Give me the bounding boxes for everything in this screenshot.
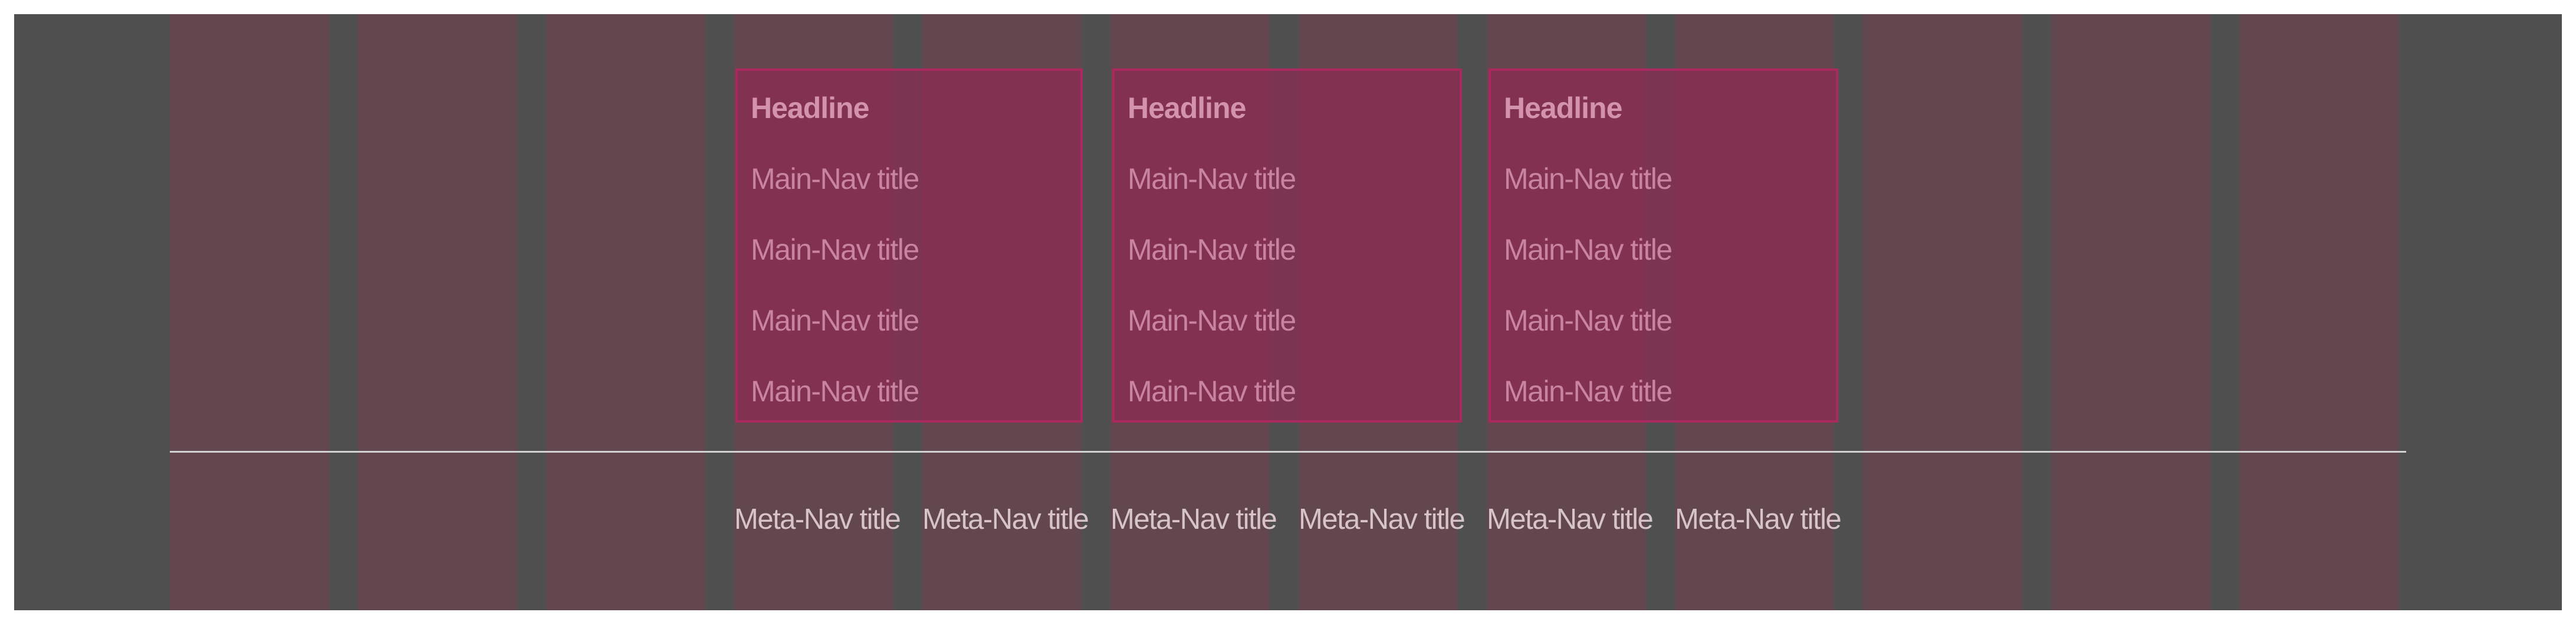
meta-nav-item[interactable]: Meta-Nav title [1675,505,1842,534]
grid-column [358,14,517,610]
main-nav-headline[interactable]: Headline [1128,93,1246,123]
navigation-frame: Headline Main-Nav title Main-Nav title M… [14,14,2562,610]
page-canvas: Headline Main-Nav title Main-Nav title M… [0,0,2576,625]
meta-nav-item[interactable]: Meta-Nav title [1110,505,1277,534]
meta-nav-item[interactable]: Meta-Nav title [1299,505,1466,534]
meta-nav-item[interactable]: Meta-Nav title [922,505,1089,534]
grid-column [2051,14,2210,610]
main-nav-headline[interactable]: Headline [751,93,869,123]
main-nav-item[interactable]: Main-Nav title [1504,306,1673,335]
main-nav-headline[interactable]: Headline [1504,93,1622,123]
grid-column [1863,14,2022,610]
main-nav-block-1: Headline Main-Nav title Main-Nav title M… [735,68,1083,423]
main-nav-item[interactable]: Main-Nav title [1504,164,1673,194]
main-nav-block-3: Headline Main-Nav title Main-Nav title M… [1489,68,1838,423]
grid-column [170,14,329,610]
meta-nav-item[interactable]: Meta-Nav title [734,505,901,534]
grid-column [2239,14,2398,610]
main-nav-item[interactable]: Main-Nav title [1128,235,1296,264]
main-nav-item[interactable]: Main-Nav title [751,306,919,335]
grid-column [546,14,705,610]
nav-divider [170,451,2406,453]
main-nav-item[interactable]: Main-Nav title [751,235,919,264]
main-nav-item[interactable]: Main-Nav title [1128,306,1296,335]
meta-nav-item[interactable]: Meta-Nav title [1487,505,1654,534]
main-nav-item[interactable]: Main-Nav title [1128,377,1296,406]
main-nav-item[interactable]: Main-Nav title [1504,235,1673,264]
main-nav-item[interactable]: Main-Nav title [1504,377,1673,406]
main-nav-item[interactable]: Main-Nav title [751,377,919,406]
main-nav-item[interactable]: Main-Nav title [751,164,919,194]
main-nav-block-2: Headline Main-Nav title Main-Nav title M… [1112,68,1462,423]
main-nav-item[interactable]: Main-Nav title [1128,164,1296,194]
